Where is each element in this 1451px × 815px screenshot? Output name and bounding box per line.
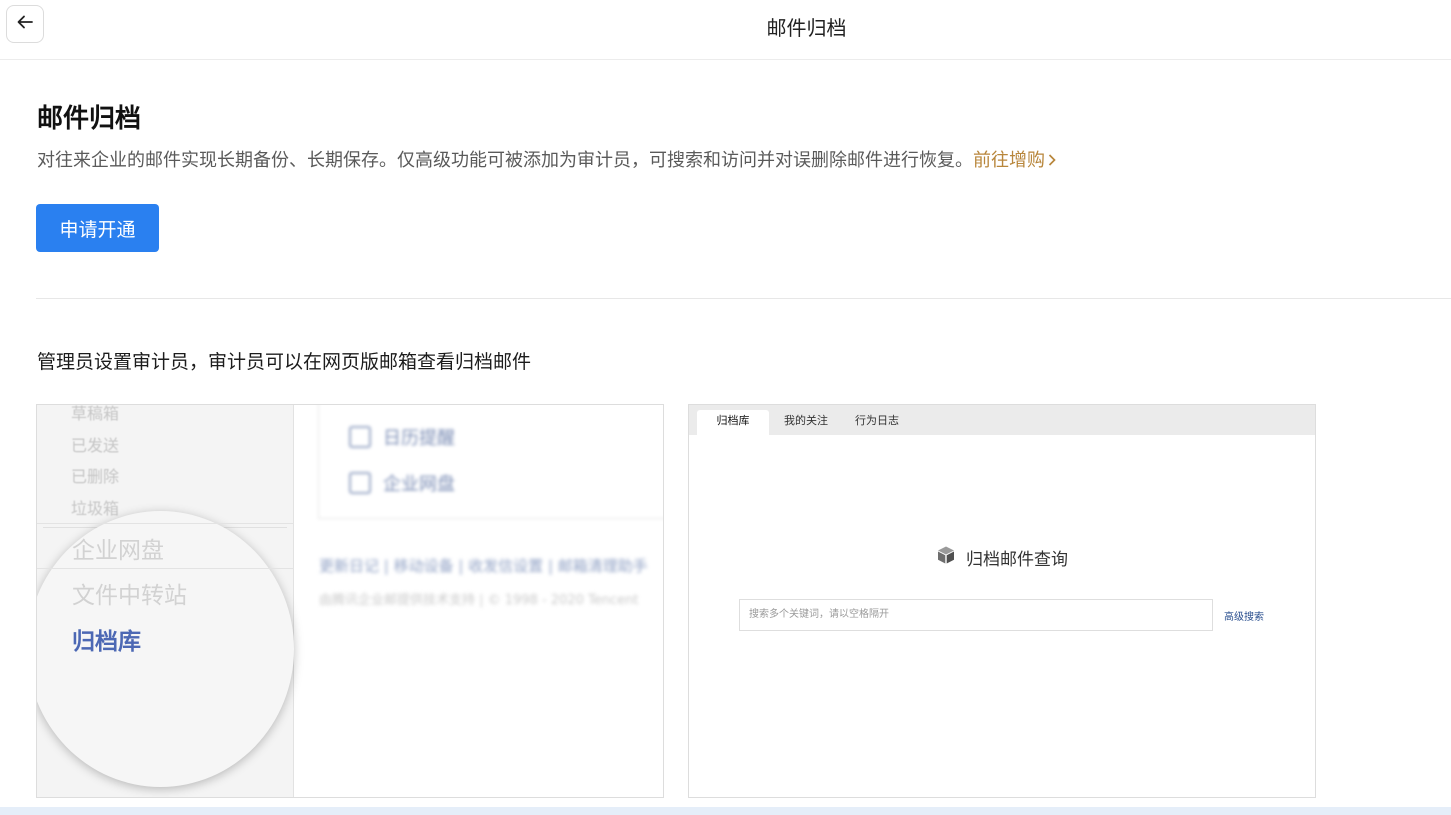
preview-sidebar-item: 已删除 [71, 467, 120, 486]
archive-query-heading: 归档邮件查询 [689, 545, 1315, 570]
preview-card-row: 日历提醒 [349, 424, 455, 450]
feature-description: 对往来企业的邮件实现长期备份、长期保存。仅高级功能可被添加为审计员，可搜索和访问… [37, 146, 1057, 172]
preview-advanced-search-link: 高级搜索 [1224, 612, 1264, 623]
preview-search-input: 搜索多个关键词，请以空格隔开 [739, 599, 1213, 631]
magnifier-divider [37, 523, 294, 524]
section-subtitle: 管理员设置审计员，审计员可以在网页版邮箱查看归档邮件 [37, 351, 532, 373]
preview-footer-copyright: 由腾讯企业邮提供技术支持 | © 1998 - 2020 Tencent [319, 593, 639, 608]
upgrade-link-label: 前往增购 [973, 150, 1045, 171]
apply-activation-button[interactable]: 申请开通 [36, 204, 159, 252]
magnified-item: 企业网盘 [72, 538, 164, 564]
preview-card-row: 企业网盘 [349, 470, 455, 496]
drive-icon [349, 472, 371, 494]
magnified-item-active: 归档库 [72, 629, 141, 655]
calendar-icon [349, 426, 371, 448]
preview-sidebar-item: 已发送 [71, 436, 120, 455]
magnifier-divider [37, 568, 294, 569]
upgrade-link[interactable]: 前往增购 [973, 150, 1057, 171]
preview-tab-following: 我的关注 [784, 414, 828, 427]
archive-query-title: 归档邮件查询 [966, 550, 1068, 570]
preview-app-card: 日历提醒 企业网盘 [318, 405, 663, 519]
page-title: 邮件归档 [37, 104, 142, 134]
description-text: 对往来企业的邮件实现长期备份、长期保存。仅高级功能可被添加为审计员，可搜索和访问… [37, 150, 973, 171]
magnifier-lens: 企业网盘 文件中转站 归档库 [37, 511, 294, 787]
preview-sidebar-item: 垃圾箱 [71, 499, 120, 518]
webmail-preview-image: 草稿箱 已发送 已删除 垃圾箱 日历提醒 企业网盘 更新日记 | 移动设备 | … [36, 404, 664, 798]
preview-footer-links: 更新日记 | 移动设备 | 收发信设置 | 邮箱清理助手 [319, 557, 648, 575]
topbar-title: 邮件归档 [766, 16, 847, 40]
preview-tab-activity-log: 行为日志 [855, 414, 899, 427]
preview-card-label: 日历提醒 [383, 428, 455, 449]
archive-preview-image: 归档库 我的关注 行为日志 归档邮件查询 搜索多个关键词，请以空格隔开 高级搜索 [688, 404, 1316, 798]
top-bar: 邮件归档 [0, 0, 1451, 60]
chevron-right-icon [1047, 151, 1057, 172]
preview-tab-archive: 归档库 [697, 410, 769, 435]
preview-sidebar-item: 草稿箱 [71, 404, 120, 423]
preview-tab-bar: 归档库 我的关注 行为日志 [689, 405, 1315, 435]
preview-card-label: 企业网盘 [383, 474, 455, 495]
bottom-strip [0, 807, 1451, 815]
section-divider [36, 298, 1451, 299]
magnified-item: 文件中转站 [72, 583, 187, 609]
cube-icon [936, 545, 956, 570]
